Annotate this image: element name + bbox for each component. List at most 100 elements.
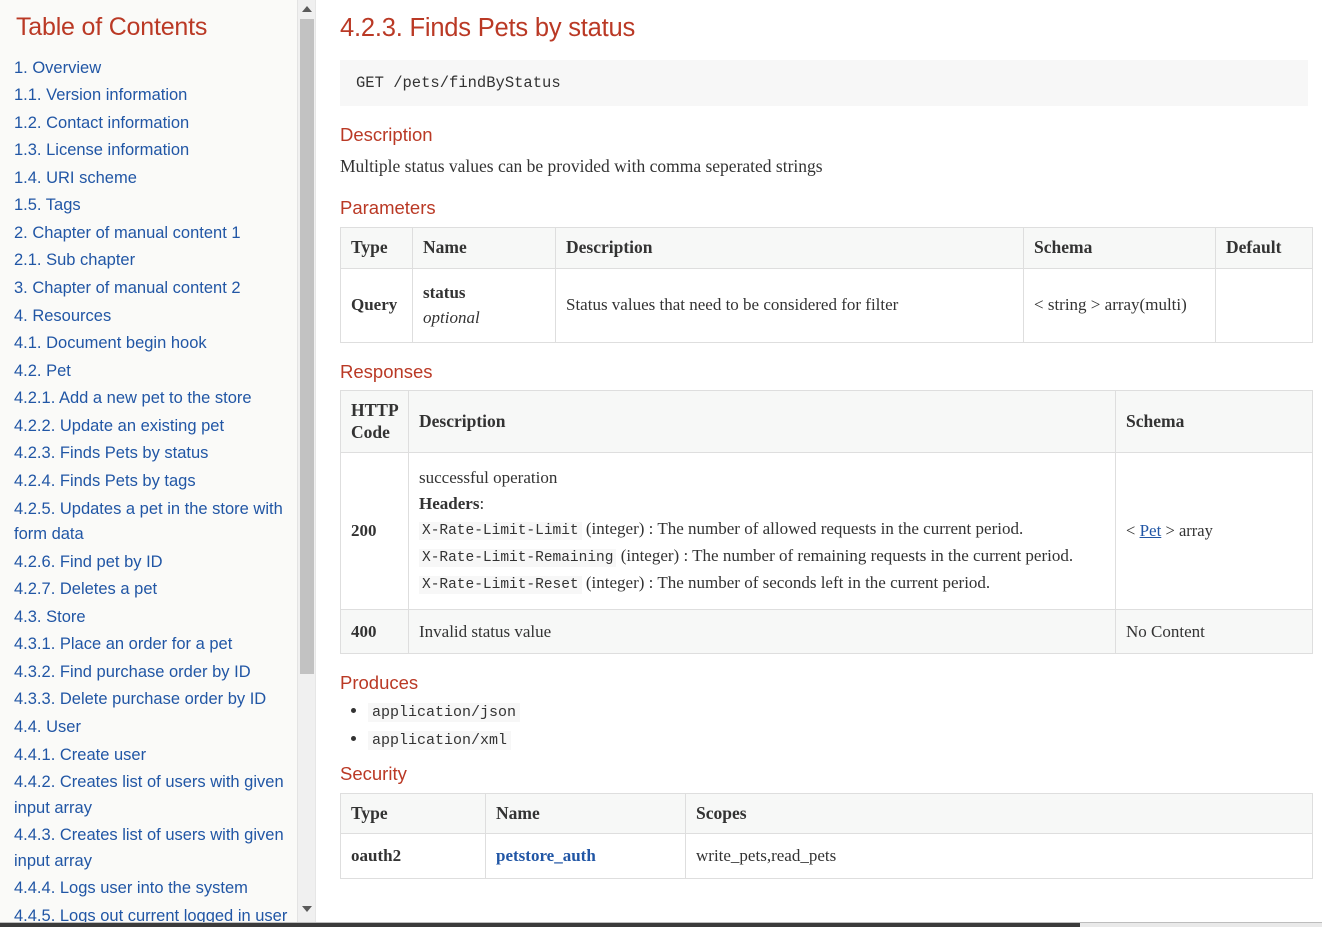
toc-link[interactable]: 4.4.3. Creates list of users with given …	[14, 823, 288, 876]
toc-link[interactable]: 4.2.7. Deletes a pet	[14, 577, 288, 605]
horizontal-scrollbar[interactable]	[0, 922, 1322, 927]
parameter-name-cell: status optional	[412, 267, 556, 343]
responses-table-header-row: HTTP Code Description Schema	[340, 389, 1313, 454]
toc-link[interactable]: 4.2.4. Finds Pets by tags	[14, 469, 288, 497]
schema-pet-link[interactable]: Pet	[1140, 521, 1162, 540]
list-item: 4.2.6. Find pet by ID	[14, 550, 288, 578]
security-table-header-row: Type Name Scopes	[340, 792, 1313, 835]
toc-link[interactable]: 3. Chapter of manual content 2	[14, 276, 288, 304]
toc-link[interactable]: 4.2.2. Update an existing pet	[14, 414, 288, 442]
schema-angle-open: <	[1126, 521, 1136, 541]
list-item: 4.4.3. Creates list of users with given …	[14, 823, 288, 876]
horizontal-scrollbar-thumb[interactable]	[0, 923, 1080, 927]
description-text: Multiple status values can be provided w…	[340, 156, 823, 177]
list-item: application/json	[368, 701, 1308, 723]
endpoint-code-block: GET /pets/findByStatus	[340, 60, 1308, 107]
response-header-text: The number of remaining requests in the …	[692, 546, 1074, 566]
parameter-type: Query	[340, 267, 413, 343]
response-header-separator: :	[683, 546, 689, 566]
parameter-description: Status values that need to be considered…	[555, 267, 1024, 343]
sidebar-scrollbar-thumb[interactable]	[300, 19, 314, 674]
toc-link[interactable]: 4.2.3. Finds Pets by status	[14, 441, 288, 469]
toc-link[interactable]: 4.4.1. Create user	[14, 743, 288, 771]
documentation-page: Table of Contents 1. Overview 1.1. Versio…	[0, 0, 1322, 927]
parameters-heading: Parameters	[340, 197, 436, 219]
toc-link[interactable]: 4.3.2. Find purchase order by ID	[14, 660, 288, 688]
list-item: 4.4.4. Logs user into the system	[14, 876, 288, 904]
parameter-default	[1215, 267, 1313, 343]
toc-link[interactable]: 4.3.1. Place an order for a pet	[14, 632, 288, 660]
scroll-up-arrow-icon[interactable]	[298, 0, 315, 18]
toc-link[interactable]: 1.5. Tags	[14, 193, 288, 221]
main-content: 4.2.3. Finds Pets by status GET /pets/fi…	[316, 0, 1322, 927]
parameter-name: status	[423, 282, 466, 302]
toc-link[interactable]: 1.1. Version information	[14, 83, 288, 111]
table-row: Query status optional Status values that…	[340, 267, 1313, 343]
list-item: 4.2.3. Finds Pets by status	[14, 441, 288, 469]
response-header-text: The number of allowed requests in the cu…	[657, 519, 1024, 539]
security-heading: Security	[340, 763, 407, 785]
response-header-type: (integer)	[585, 572, 645, 592]
response-header-entry: X-Rate-Limit-Limit (integer) : The numbe…	[419, 516, 1105, 543]
toc-link[interactable]: 4.3. Store	[14, 605, 288, 633]
response-success-text: successful operation	[419, 468, 558, 488]
list-item: 4.2.2. Update an existing pet	[14, 414, 288, 442]
endpoint-code: GET /pets/findByStatus	[356, 74, 561, 93]
toc-link[interactable]: 4.2.1. Add a new pet to the store	[14, 386, 288, 414]
parameters-col-default: Default	[1215, 226, 1313, 269]
response-header-entry: X-Rate-Limit-Reset (integer) : The numbe…	[419, 570, 1105, 597]
toc-link[interactable]: 4.2.6. Find pet by ID	[14, 550, 288, 578]
schema-angle-close: > array	[1165, 521, 1213, 541]
scroll-down-arrow-icon[interactable]	[298, 900, 315, 918]
response-header-type: (integer)	[585, 519, 645, 539]
response-code-200: 200	[340, 452, 409, 610]
parameters-col-description: Description	[555, 226, 1024, 269]
response-header-name: X-Rate-Limit-Remaining	[419, 549, 617, 568]
response-header-entry: X-Rate-Limit-Remaining (integer) : The n…	[419, 543, 1105, 570]
produces-list: application/json application/xml	[340, 701, 1308, 751]
list-item: 4.1. Document begin hook	[14, 331, 288, 359]
toc-link[interactable]: 4.1. Document begin hook	[14, 331, 288, 359]
toc-title: Table of Contents	[16, 13, 208, 41]
toc-link[interactable]: 2.1. Sub chapter	[14, 248, 288, 276]
toc-link[interactable]: 4.3.3. Delete purchase order by ID	[14, 687, 288, 715]
list-item: 2.1. Sub chapter	[14, 248, 288, 276]
security-col-scopes: Scopes	[685, 792, 1313, 835]
response-description-400: Invalid status value	[408, 608, 1116, 655]
toc-link[interactable]: 2. Chapter of manual content 1	[14, 221, 288, 249]
list-item: 4.2.7. Deletes a pet	[14, 577, 288, 605]
produces-mime-type: application/json	[368, 703, 521, 723]
list-item: 4. Resources	[14, 304, 288, 332]
security-type: oauth2	[340, 833, 486, 879]
sidebar-vertical-scrollbar[interactable]	[297, 0, 315, 927]
toc-link[interactable]: 1.2. Contact information	[14, 111, 288, 139]
list-item: 1.3. License information	[14, 138, 288, 166]
responses-table: HTTP Code Description Schema 200 success…	[340, 389, 1313, 655]
toc-link[interactable]: 4. Resources	[14, 304, 288, 332]
responses-col-schema: Schema	[1115, 389, 1313, 454]
toc-link[interactable]: 4.4.4. Logs user into the system	[14, 876, 288, 904]
table-of-contents-sidebar: Table of Contents 1. Overview 1.1. Versio…	[0, 0, 316, 927]
toc-link[interactable]: 4.4. User	[14, 715, 288, 743]
list-item: 4.2.5. Updates a pet in the store with f…	[14, 497, 288, 550]
toc-link[interactable]: 1.3. License information	[14, 138, 288, 166]
security-table: Type Name Scopes oauth2 petstore_auth wr…	[340, 792, 1313, 879]
toc-link[interactable]: 1.4. URI scheme	[14, 166, 288, 194]
response-header-name: X-Rate-Limit-Reset	[419, 575, 582, 594]
toc-link[interactable]: 4.4.2. Creates list of users with given …	[14, 770, 288, 823]
toc-link[interactable]: 4.2. Pet	[14, 359, 288, 387]
security-col-name: Name	[485, 792, 686, 835]
toc-link[interactable]: 4.2.5. Updates a pet in the store with f…	[14, 497, 288, 550]
security-name-cell: petstore_auth	[485, 833, 686, 879]
parameters-col-name: Name	[412, 226, 556, 269]
list-item: application/xml	[368, 729, 1308, 751]
list-item: 4.2. Pet	[14, 359, 288, 387]
toc-link[interactable]: 1. Overview	[14, 56, 288, 84]
response-schema-200: < Pet > array	[1115, 452, 1313, 610]
headers-label: Headers	[419, 493, 480, 513]
list-item: 4.3. Store	[14, 605, 288, 633]
list-item: 4.4.1. Create user	[14, 743, 288, 771]
security-name-link[interactable]: petstore_auth	[496, 846, 596, 865]
parameters-table: Type Name Description Schema Default Que…	[340, 226, 1313, 343]
headers-colon: :	[479, 493, 485, 513]
